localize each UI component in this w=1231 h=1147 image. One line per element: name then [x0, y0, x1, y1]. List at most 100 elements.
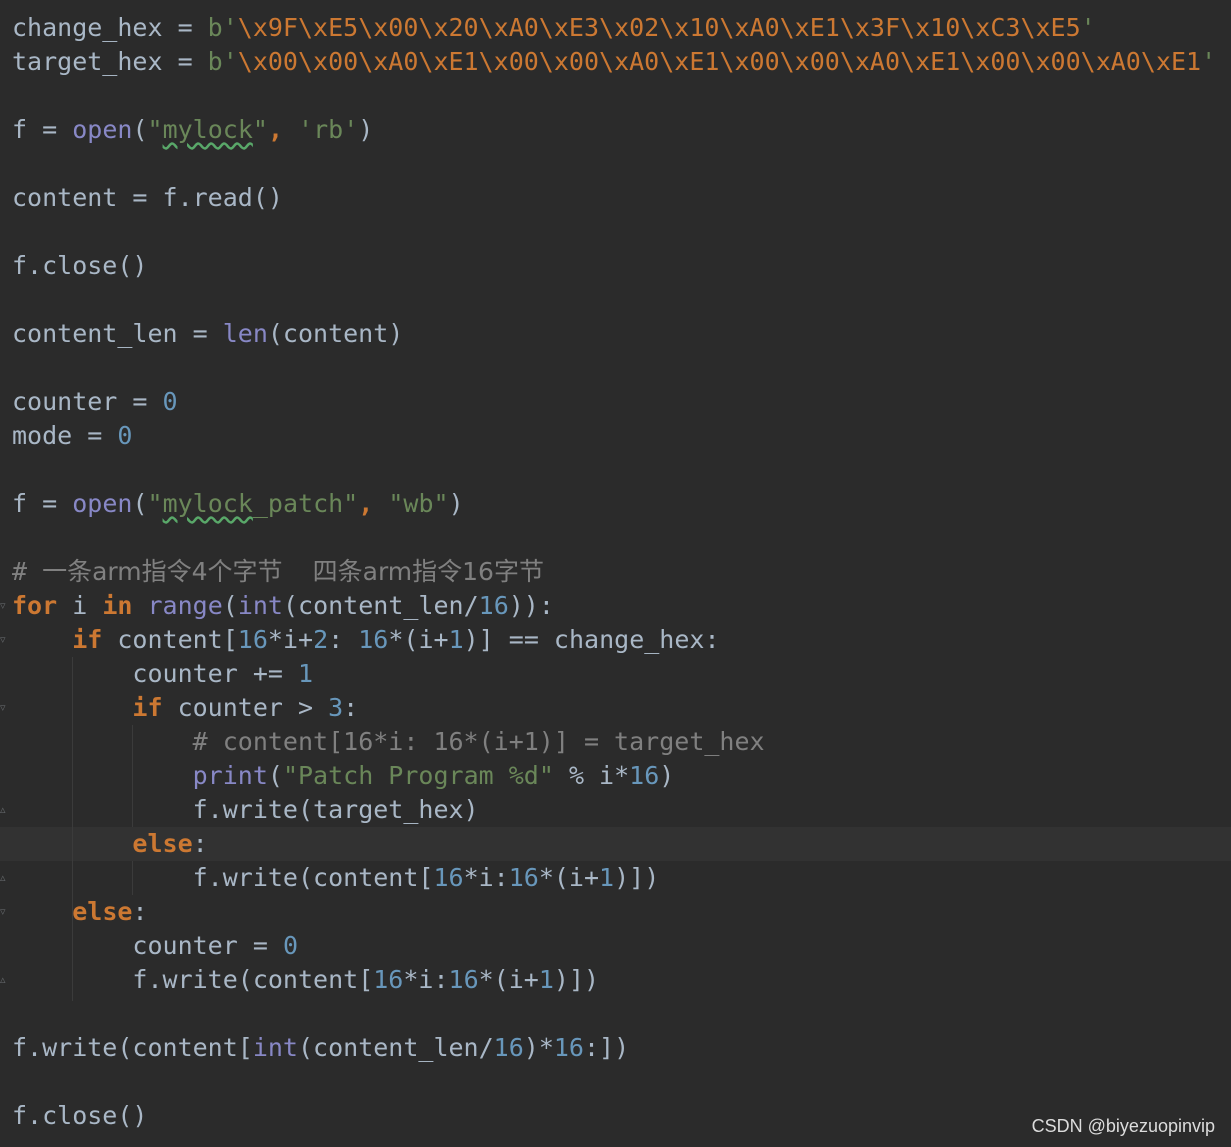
code-text: counter >	[162, 693, 329, 722]
code-line[interactable]: counter = 0	[12, 385, 178, 419]
operator: =	[162, 13, 208, 42]
number-literal: 3	[328, 693, 344, 722]
number-literal: 16	[358, 625, 389, 654]
string-literal: _patch"	[252, 489, 359, 518]
code-line[interactable]: else:	[12, 827, 208, 861]
code-text: f.close()	[12, 251, 148, 280]
code-text: f.write(content[	[192, 863, 434, 892]
string-literal: "Patch Program %d"	[282, 761, 554, 790]
string-quote: '	[1080, 13, 1096, 42]
code-line[interactable]: change_hex = b'\x9F\xE5\x00\x20\xA0\xE3\…	[12, 11, 1096, 45]
code-text: (	[132, 115, 148, 144]
punctuation: ,	[267, 115, 299, 144]
code-line[interactable]: f.write(content[16*i:16*(i+1)])	[12, 963, 599, 997]
keyword: else	[132, 829, 193, 858]
fold-end-icon[interactable]: ▵	[0, 974, 8, 986]
builtin-function: print	[192, 761, 268, 790]
code-line[interactable]: f.write(content[16*i:16*(i+1)])	[12, 861, 660, 895]
code-text: :	[192, 829, 208, 858]
code-line[interactable]: target_hex = b'\x00\x00\xA0\xE1\x00\x00\…	[12, 45, 1216, 79]
number-literal: 16	[493, 1033, 524, 1062]
code-text: :])	[583, 1033, 630, 1062]
string-quote: '	[1201, 47, 1217, 76]
string-literal: "wb"	[388, 489, 449, 518]
code-editor[interactable]: ▿ ▿ ▿ ▵ ▵ ▿ ▵ change_hex = b'\x9F\xE5\x0…	[0, 0, 1231, 1147]
code-text: )	[358, 115, 374, 144]
number-literal: 16	[478, 591, 509, 620]
code-text: f.close()	[12, 1101, 148, 1130]
code-text: (content)	[267, 319, 404, 348]
operator: =	[162, 47, 208, 76]
number-literal: 16	[508, 863, 539, 892]
typo-underlined-word: mylock	[162, 115, 253, 144]
code-line[interactable]: print("Patch Program %d" % i*16)	[12, 759, 675, 793]
fold-icon[interactable]: ▿	[0, 634, 8, 646]
number-literal: 16	[373, 965, 404, 994]
code-line[interactable]: if content[16*i+2: 16*(i+1)] == change_h…	[12, 623, 720, 657]
comment-text: # content[16*i: 16*(i+1)] = target_hex	[192, 727, 765, 756]
number-literal: 0	[117, 421, 133, 450]
fold-icon[interactable]: ▿	[0, 906, 8, 918]
typo-underlined-word: mylock	[162, 489, 253, 518]
code-text: counter =	[12, 387, 163, 416]
code-line[interactable]: if counter > 3:	[12, 691, 358, 725]
code-text: (	[267, 761, 283, 790]
number-literal: 16	[237, 625, 268, 654]
fold-end-icon[interactable]: ▵	[0, 872, 8, 884]
code-text: )])	[553, 965, 600, 994]
code-line[interactable]: f.write(content[int(content_len/16)*16:]…	[12, 1031, 629, 1065]
code-line[interactable]: counter = 0	[12, 929, 298, 963]
watermark: CSDN @biyezuopinvip	[1031, 1116, 1215, 1136]
comment-line[interactable]: # 一条arm指令4个字节 四条arm指令16字节	[12, 555, 544, 589]
code-line[interactable]: for i in range(int(content_len/16)):	[12, 589, 554, 623]
number-literal: 16	[629, 761, 660, 790]
code-line[interactable]: f.close()	[12, 249, 147, 283]
builtin-function: open	[72, 489, 133, 518]
keyword: in	[102, 591, 133, 620]
code-line[interactable]: content_len = len(content)	[12, 317, 403, 351]
code-text: (content_len/	[282, 591, 479, 620]
fold-icon[interactable]: ▿	[0, 600, 8, 612]
code-line[interactable]: else:	[12, 895, 148, 929]
code-line[interactable]: f = open("mylock", 'rb')	[12, 113, 373, 147]
number-literal: 16	[433, 863, 464, 892]
code-line[interactable]: content = f.read()	[12, 181, 283, 215]
code-text: f.write(content[	[12, 1033, 253, 1062]
code-text: f =	[12, 489, 73, 518]
code-line[interactable]: f.close()	[12, 1099, 147, 1133]
punctuation: ,	[358, 489, 389, 518]
comment-line[interactable]: # content[16*i: 16*(i+1)] = target_hex	[12, 725, 765, 759]
code-line[interactable]: f = open("mylock_patch", "wb")	[12, 487, 464, 521]
code-text: )] == change_hex:	[463, 625, 720, 654]
fold-end-icon[interactable]: ▵	[0, 804, 8, 816]
comment-gap	[283, 557, 313, 586]
code-text: )*	[523, 1033, 554, 1062]
code-text: *i+	[267, 625, 314, 654]
code-text: *(i+	[538, 863, 600, 892]
code-text: *i:	[403, 965, 449, 994]
code-line[interactable]: f.write(target_hex)	[12, 793, 479, 827]
number-literal: 2	[313, 625, 329, 654]
keyword: if	[132, 693, 163, 722]
code-text: :	[132, 897, 148, 926]
code-text: f.write(content[	[132, 965, 374, 994]
comment-text: 一条arm指令4个字节	[42, 557, 283, 586]
code-text: )	[659, 761, 675, 790]
code-text: )])	[614, 863, 660, 892]
fold-icon[interactable]: ▿	[0, 702, 8, 714]
number-literal: 1	[599, 863, 615, 892]
string-literal: "	[147, 489, 163, 518]
code-line[interactable]: counter += 1	[12, 657, 313, 691]
bytes-prefix: b'	[207, 47, 238, 76]
number-literal: 1	[448, 625, 464, 654]
code-line[interactable]: mode = 0	[12, 419, 132, 453]
code-text: content[	[102, 625, 238, 654]
keyword: if	[72, 625, 103, 654]
